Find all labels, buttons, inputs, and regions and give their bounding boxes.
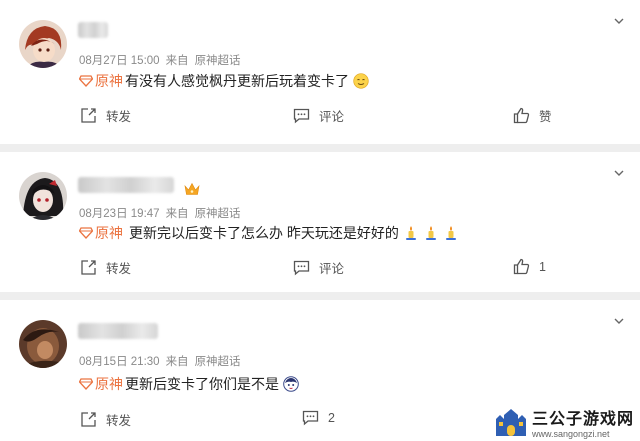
repost-button[interactable]: 转发 <box>80 106 131 125</box>
repost-icon <box>81 260 96 275</box>
comment-text: 更新后变卡了你们是不是 <box>125 376 279 392</box>
comment-button[interactable]: 评论 <box>293 258 344 277</box>
repost-label: 转发 <box>106 262 132 276</box>
character-emoji-icon <box>283 376 299 392</box>
avatar[interactable] <box>19 20 67 68</box>
repost-label: 转发 <box>106 110 132 124</box>
source-link[interactable]: 原神超话 <box>195 208 241 220</box>
comment-text: 更新完以后变卡了怎么办 昨天玩还是好好的 <box>129 225 399 241</box>
comment-date: 08月27日 15:00 <box>79 55 160 67</box>
username-blurred[interactable] <box>78 22 108 38</box>
like-count: 1 <box>539 259 546 274</box>
candle-emoji-icon <box>425 226 436 240</box>
chevron-down-icon[interactable] <box>614 168 624 178</box>
comment-button[interactable]: 2 <box>302 410 335 426</box>
supertopic-icon <box>79 75 93 87</box>
candle-emoji-icon <box>405 226 416 240</box>
watermark-title: 三公子游戏网 <box>531 411 634 428</box>
thumbs-up-icon <box>513 107 530 124</box>
comment-card: 08月27日 15:00 来自 原神超话 原神 有没有人感觉枫丹更新后玩着变卡了 转… <box>0 0 640 144</box>
repost-button[interactable]: 转发 <box>80 258 131 277</box>
candle-emoji-icon <box>445 226 456 240</box>
site-watermark: 三公子游戏网 www.sangongzi.net <box>494 405 634 439</box>
comment-meta: 08月23日 19:47 来自 原神超话 <box>79 205 247 221</box>
username-blurred[interactable] <box>78 177 174 193</box>
avatar[interactable] <box>19 172 67 220</box>
comment-label: 评论 <box>319 262 345 276</box>
comment-card: 08月23日 19:47 来自 原神超话 原神 更新完以后变卡了怎么办 昨天玩还是好… <box>0 152 640 292</box>
source-link[interactable]: 原神超话 <box>195 55 241 67</box>
topic-label: 原神 <box>95 376 123 392</box>
sweat-smile-emoji-icon <box>353 73 369 89</box>
comment-count: 2 <box>328 411 335 425</box>
source-prefix: 来自 <box>165 356 189 368</box>
chevron-down-icon[interactable] <box>614 16 624 26</box>
topic-tag[interactable]: 原神 <box>79 374 123 394</box>
like-button[interactable]: 1 <box>513 258 546 275</box>
topic-label: 原神 <box>95 73 123 89</box>
topic-tag[interactable]: 原神 <box>79 223 123 243</box>
like-button[interactable]: 赞 <box>513 106 552 125</box>
source-link[interactable]: 原神超话 <box>195 356 241 368</box>
comment-button[interactable]: 评论 <box>293 106 344 125</box>
avatar[interactable] <box>19 320 67 368</box>
source-prefix: 来自 <box>165 55 189 67</box>
comment-content: 原神 更新完以后变卡了怎么办 昨天玩还是好好的 <box>79 223 459 243</box>
topic-label: 原神 <box>95 225 123 241</box>
thumbs-up-icon <box>513 258 530 275</box>
comment-date: 08月15日 21:30 <box>79 356 160 368</box>
comment-text: 有没有人感觉枫丹更新后玩着变卡了 <box>125 73 349 89</box>
comment-icon <box>302 410 319 426</box>
repost-button[interactable]: 转发 <box>80 410 131 429</box>
comment-content: 原神 更新后变卡了你们是不是 <box>79 374 299 394</box>
supertopic-icon <box>79 227 93 239</box>
crown-icon <box>184 182 200 195</box>
like-label: 赞 <box>539 110 552 124</box>
comment-icon <box>293 260 310 275</box>
supertopic-icon <box>79 378 93 390</box>
comment-content: 原神 有没有人感觉枫丹更新后玩着变卡了 <box>79 71 369 91</box>
repost-icon <box>81 412 96 427</box>
username-blurred[interactable] <box>78 323 158 339</box>
source-prefix: 来自 <box>165 208 189 220</box>
comment-icon <box>293 108 310 123</box>
comment-meta: 08月27日 15:00 来自 原神超话 <box>79 52 247 68</box>
comment-date: 08月23日 19:47 <box>79 208 160 220</box>
castle-logo-icon <box>495 409 526 436</box>
topic-tag[interactable]: 原神 <box>79 71 123 91</box>
comment-actions: 转发 评论 1 <box>0 258 640 282</box>
comment-actions: 转发 评论 赞 <box>0 106 640 130</box>
comment-label: 评论 <box>319 110 345 124</box>
comment-meta: 08月15日 21:30 来自 原神超话 <box>79 353 247 369</box>
chevron-down-icon[interactable] <box>614 316 624 326</box>
repost-icon <box>81 108 96 123</box>
repost-label: 转发 <box>106 414 132 428</box>
watermark-url: www.sangongzi.net <box>531 429 610 439</box>
